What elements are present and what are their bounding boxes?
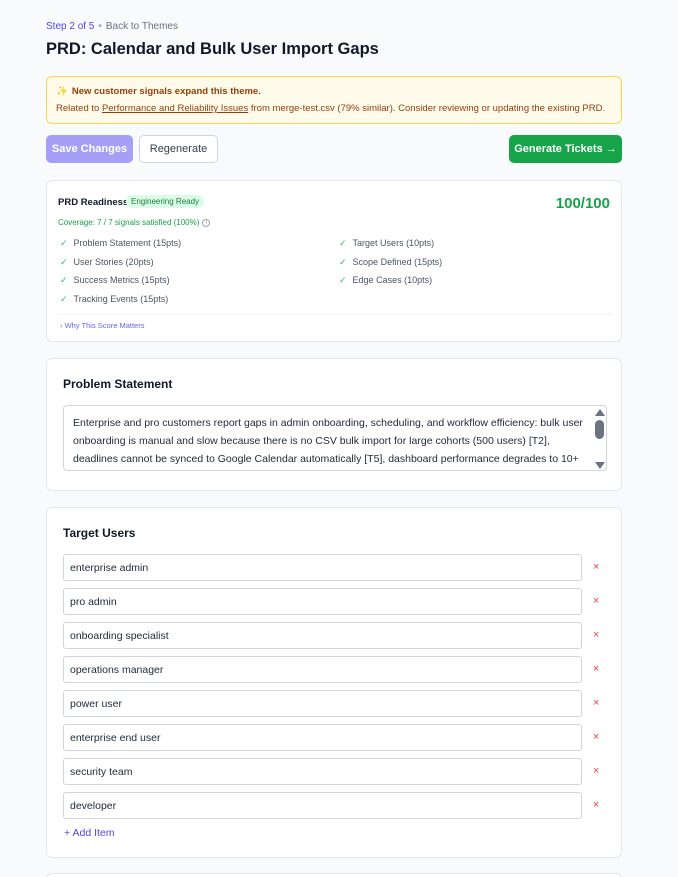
divider [58,314,612,315]
problem-statement-card: Problem Statement Enterprise and pro cus… [46,358,622,491]
info-icon[interactable]: i [202,218,211,227]
target-user-input[interactable]: onboarding specialist [63,622,582,649]
section-title: Problem Statement [63,377,173,391]
target-user-input[interactable]: power user [63,690,582,717]
criterion-item: ✓ Problem Statement (15pts) [60,238,182,248]
page-title: PRD: Calendar and Bulk User Import Gaps [46,40,379,58]
criterion-item: ✓ User Stories (20pts) [60,257,154,267]
next-section-card [46,873,622,877]
coverage-text: Coverage: 7 / 7 signals satisfied (100%)… [58,218,211,227]
target-user-input[interactable]: developer [63,792,582,819]
target-user-input[interactable]: enterprise end user [63,724,582,751]
related-prd-link[interactable]: Performance and Reliability Issues [102,103,248,114]
sparkle-icon: ✨ [56,86,68,97]
check-icon: ✓ [60,294,68,304]
remove-item-icon[interactable]: × [593,561,599,573]
remove-item-icon[interactable]: × [593,663,599,675]
remove-item-icon[interactable]: × [593,697,599,709]
check-icon: ✓ [339,257,347,267]
check-icon: ✓ [60,238,68,248]
breadcrumb-separator: • [98,21,102,32]
remove-item-icon[interactable]: × [593,799,599,811]
criterion-item: ✓ Scope Defined (15pts) [339,257,443,267]
back-to-themes-link[interactable]: Back to Themes [106,21,178,32]
check-icon: ✓ [339,238,347,248]
criterion-item: ✓ Tracking Events (15pts) [60,294,169,304]
step-indicator: Step 2 of 5 [46,21,95,32]
textarea-scrollbar[interactable] [592,406,606,470]
generate-tickets-button[interactable]: Generate Tickets → [509,135,622,163]
why-score-matters-toggle[interactable]: › Why This Score Matters [60,321,144,330]
chevron-right-icon: › [60,321,63,330]
criterion-item: ✓ Target Users (10pts) [339,238,435,248]
scroll-thumb[interactable] [595,420,604,439]
banner-suffix: from merge-test.csv (79% similar). Consi… [250,103,606,114]
remove-item-icon[interactable]: × [593,731,599,743]
remove-item-icon[interactable]: × [593,595,599,607]
remove-item-icon[interactable]: × [593,765,599,777]
target-user-input[interactable]: security team [63,758,582,785]
problem-statement-textarea[interactable]: Enterprise and pro customers report gaps… [63,405,607,471]
signals-banner: ✨ New customer signals expand this theme.… [46,76,622,124]
criterion-item: ✓ Edge Cases (10pts) [339,275,433,285]
readiness-title: PRD Readiness [58,197,129,208]
criterion-item: ✓ Success Metrics (15pts) [60,275,170,285]
check-icon: ✓ [339,275,347,285]
readiness-score: 100/100 [555,195,610,212]
regenerate-button[interactable]: Regenerate [139,135,218,163]
add-item-button[interactable]: + Add Item [64,827,115,839]
target-users-card: Target Users enterprise admin × pro admi… [46,507,622,858]
banner-heading: New customer signals expand this theme. [71,86,261,97]
problem-statement-text: Enterprise and pro customers report gaps… [73,417,583,465]
prd-readiness-card: PRD Readiness Engineering Ready 100/100 … [46,180,622,342]
breadcrumb: Step 2 of 5 • Back to Themes [46,21,178,32]
target-user-input[interactable]: pro admin [63,588,582,615]
banner-prefix: Related to [56,103,100,114]
target-user-input[interactable]: operations manager [63,656,582,683]
check-icon: ✓ [60,275,68,285]
target-user-input[interactable]: enterprise admin [63,554,582,581]
scroll-down-icon[interactable] [595,462,605,469]
check-icon: ✓ [60,257,68,267]
save-changes-button[interactable]: Save Changes [46,135,133,163]
remove-item-icon[interactable]: × [593,629,599,641]
status-badge: Engineering Ready [126,195,205,208]
section-title: Target Users [63,526,136,540]
scroll-up-icon[interactable] [595,409,605,416]
